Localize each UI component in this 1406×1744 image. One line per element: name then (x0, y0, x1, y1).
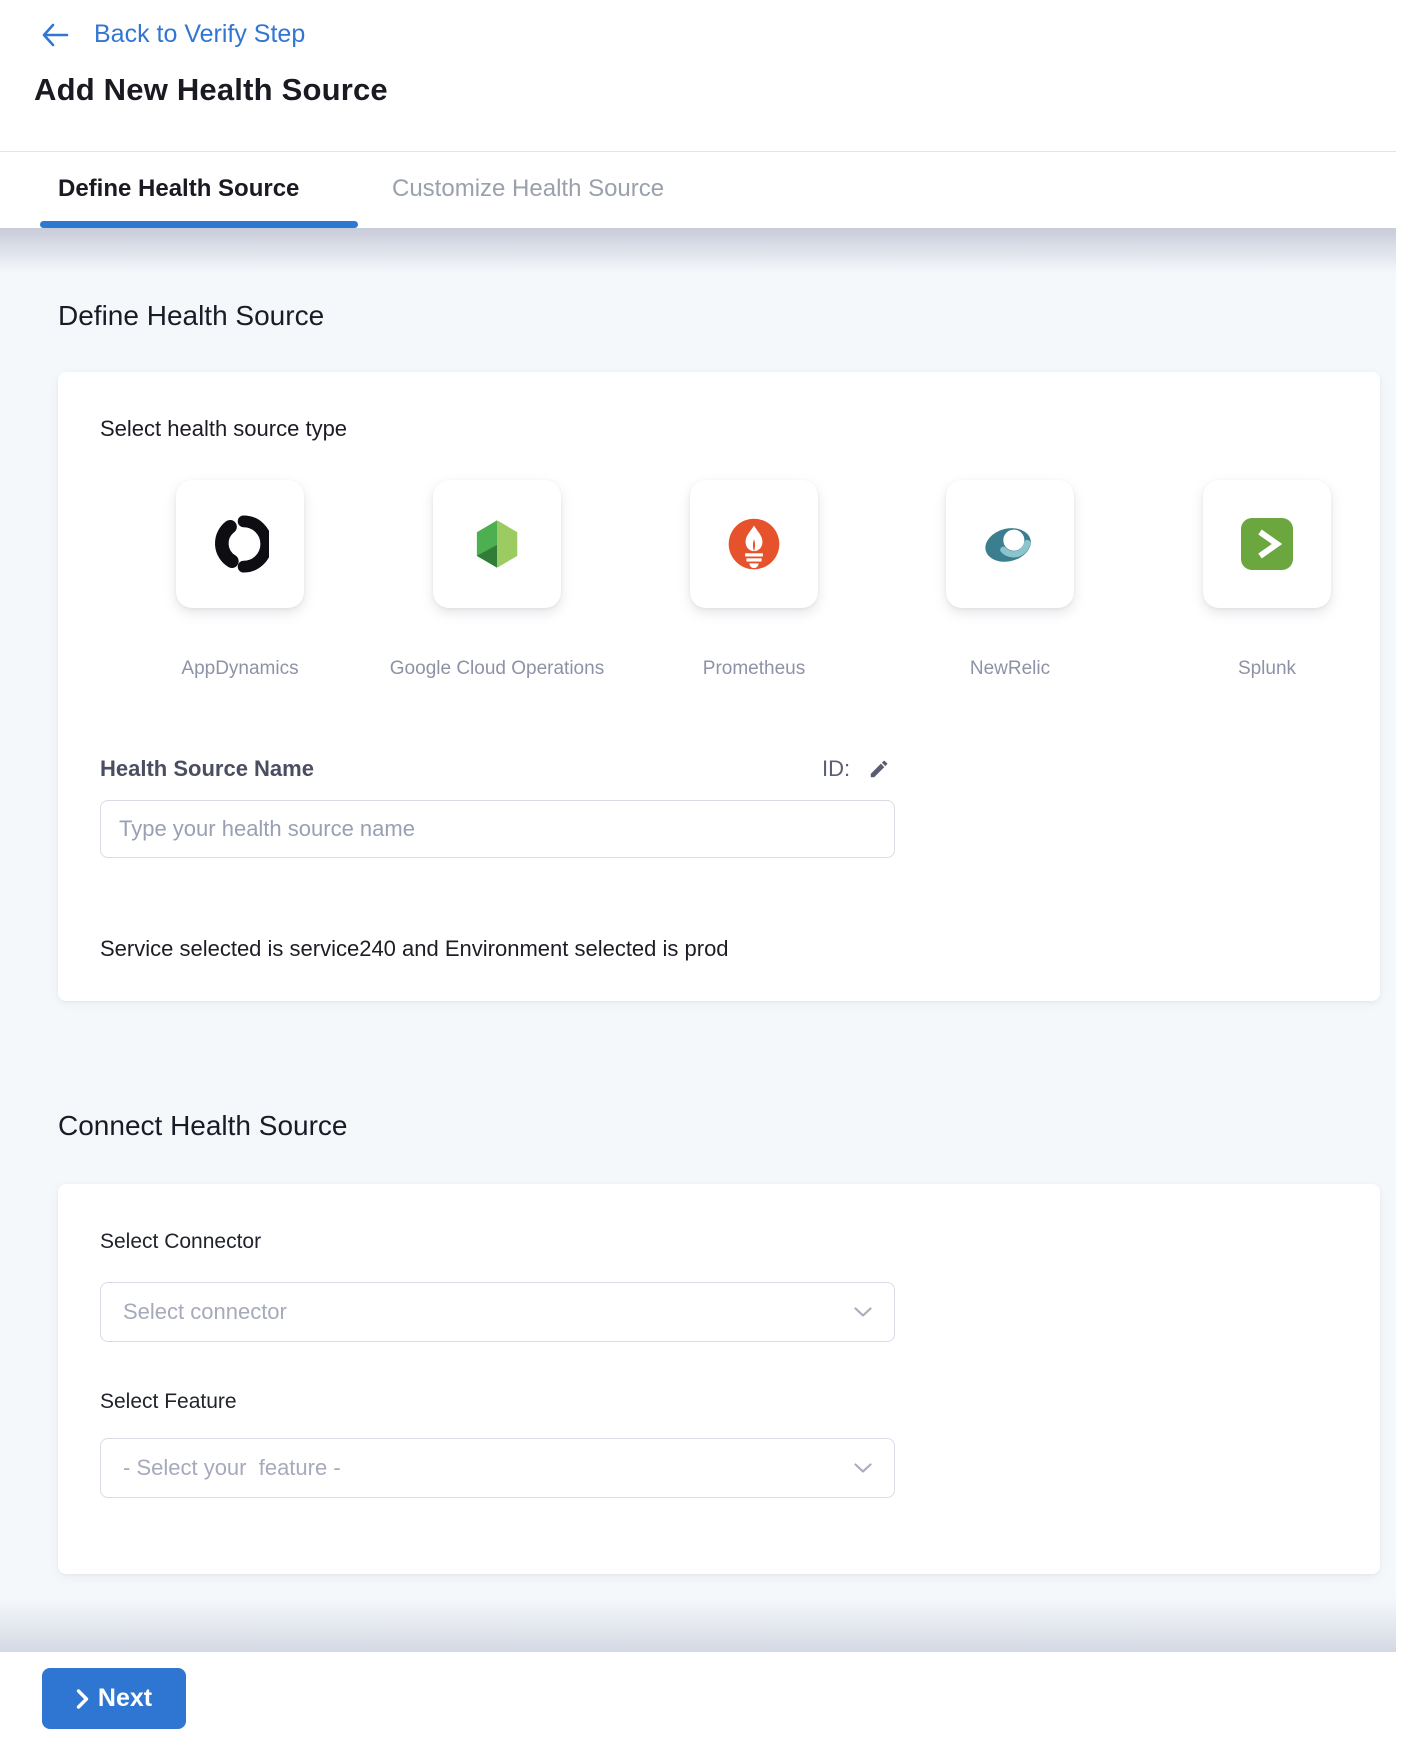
type-card-splunk[interactable] (1203, 480, 1331, 608)
type-card-label: Splunk (1139, 658, 1395, 680)
type-card-prometheus[interactable] (690, 480, 818, 608)
type-card-label: Google Cloud Operations (369, 658, 625, 680)
tabbar: Define Health Source Customize Health So… (0, 153, 1406, 228)
health-source-name-label: Health Source Name (100, 756, 314, 782)
newrelic-icon (979, 520, 1041, 568)
connector-select-placeholder: Select connector (123, 1299, 287, 1325)
next-button[interactable]: Next (42, 1668, 186, 1729)
feature-select[interactable]: - Select your feature - (100, 1438, 895, 1498)
chevron-down-icon (854, 1463, 872, 1474)
prometheus-icon (727, 517, 781, 571)
type-card-label: AppDynamics (112, 658, 368, 680)
appdynamics-icon (211, 515, 269, 573)
back-link-label: Back to Verify Step (94, 20, 305, 49)
main-content: Define Health Source Select health sourc… (0, 228, 1406, 1652)
select-connector-label: Select Connector (100, 1230, 261, 1254)
scrollbar-gutter (1396, 0, 1406, 1744)
connect-health-source-card: Select Connector Select connector Select… (58, 1184, 1380, 1574)
page-title: Add New Health Source (34, 72, 388, 108)
health-source-name-input[interactable] (100, 800, 895, 858)
id-label: ID: (822, 756, 850, 782)
type-card-google-cloud-operations[interactable] (433, 480, 561, 608)
service-environment-note: Service selected is service240 and Envir… (100, 936, 729, 962)
type-card-newrelic[interactable] (946, 480, 1074, 608)
connect-section-heading: Connect Health Source (58, 1110, 348, 1142)
feature-select-placeholder: - Select your feature - (123, 1455, 341, 1481)
tab-customize-health-source[interactable]: Customize Health Source (392, 175, 664, 203)
select-type-label: Select health source type (100, 416, 347, 442)
type-card-label: NewRelic (882, 658, 1138, 680)
chevron-down-icon (854, 1307, 872, 1318)
connector-select[interactable]: Select connector (100, 1282, 895, 1342)
edit-pencil-icon[interactable] (868, 758, 890, 780)
google-cloud-operations-icon (467, 516, 527, 572)
type-card-label: Prometheus (626, 658, 882, 680)
select-feature-label: Select Feature (100, 1390, 237, 1414)
footer: Next (0, 1652, 1406, 1744)
active-tab-underline (40, 221, 358, 228)
back-link[interactable]: Back to Verify Step (40, 20, 305, 49)
define-section-heading: Define Health Source (58, 300, 324, 332)
next-button-label: Next (98, 1684, 152, 1713)
tab-define-health-source[interactable]: Define Health Source (58, 175, 299, 203)
header: Back to Verify Step Add New Health Sourc… (0, 0, 1406, 152)
back-arrow-icon (40, 22, 70, 48)
define-health-source-card: Select health source type (58, 372, 1380, 1001)
type-card-appdynamics[interactable] (176, 480, 304, 608)
splunk-icon (1241, 518, 1293, 570)
next-chevron-icon (76, 1688, 89, 1710)
